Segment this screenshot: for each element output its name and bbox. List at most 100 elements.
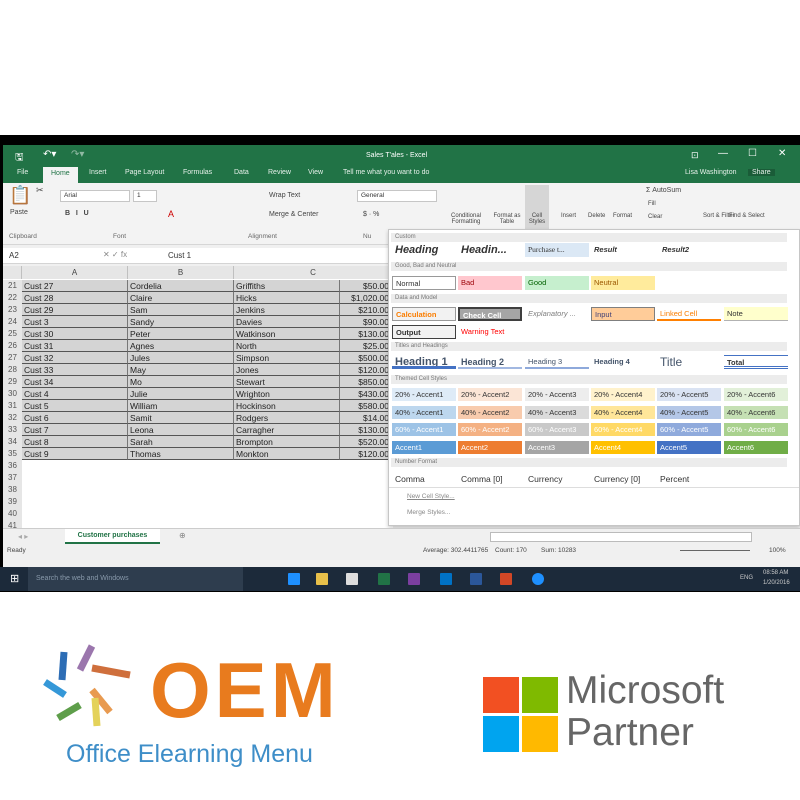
- cell-style-number-1[interactable]: Comma [0]: [458, 472, 522, 486]
- cell-style-custom-0[interactable]: Heading: [392, 243, 456, 257]
- cell-b[interactable]: Agnes: [128, 340, 234, 352]
- row-header[interactable]: 22: [3, 292, 22, 304]
- insert-cells-button[interactable]: Insert: [561, 213, 576, 219]
- user-name[interactable]: Lisa Washington: [685, 169, 737, 176]
- tab-data[interactable]: Data: [234, 169, 249, 176]
- tab-view[interactable]: View: [308, 169, 323, 176]
- cell-d[interactable]: $210.00: [340, 304, 393, 316]
- cell-d[interactable]: $130.00: [340, 328, 393, 340]
- cell-style-good_bad-2[interactable]: Good: [525, 276, 589, 290]
- undo-icon[interactable]: ↶▾: [43, 149, 56, 160]
- row-header[interactable]: 35: [3, 448, 22, 460]
- powerpoint-icon[interactable]: [500, 573, 512, 585]
- outlook-icon[interactable]: [440, 573, 452, 585]
- row-header[interactable]: 39: [3, 496, 22, 508]
- clear-button[interactable]: Clear: [648, 214, 662, 220]
- cell-d[interactable]: $90.00: [340, 316, 393, 328]
- cell-a[interactable]: Cust 3: [22, 316, 128, 328]
- ribbon-display-icon[interactable]: ⊡: [691, 150, 699, 161]
- wrap-text-button[interactable]: Wrap Text: [269, 192, 300, 199]
- number-format-select[interactable]: General: [357, 190, 437, 202]
- cell-style-data_model_1-0[interactable]: Calculation: [392, 307, 456, 321]
- cell-style-accent40-3[interactable]: 40% - Accent4: [591, 406, 655, 419]
- cell-c[interactable]: Davies: [234, 316, 340, 328]
- cell-c[interactable]: Watkinson: [234, 328, 340, 340]
- cell-a[interactable]: Cust 32: [22, 352, 128, 364]
- cell-c[interactable]: Hockinson: [234, 400, 340, 412]
- formula-input[interactable]: Cust 1: [168, 251, 191, 260]
- cell-style-accent20-1[interactable]: 20% - Accent2: [458, 388, 522, 401]
- font-color-icon[interactable]: A: [168, 209, 174, 219]
- zoom-level[interactable]: 100%: [769, 547, 786, 554]
- row-header[interactable]: 24: [3, 316, 22, 328]
- cell-style-titles-4[interactable]: Title: [657, 355, 721, 369]
- cell-c[interactable]: Jenkins: [234, 304, 340, 316]
- windows-start-icon[interactable]: ⊞: [10, 572, 19, 585]
- cell-style-accent60-5[interactable]: 60% - Accent6: [724, 423, 788, 436]
- cell-style-number-0[interactable]: Comma: [392, 472, 456, 486]
- font-size-select[interactable]: 1: [133, 190, 157, 202]
- row-header[interactable]: 36: [3, 460, 22, 472]
- worksheet-grid[interactable]: A B C 21 Cust 27 Cordelia Griffiths $50.00 22…: [3, 266, 393, 532]
- cell-a[interactable]: Cust 30: [22, 328, 128, 340]
- new-sheet-button[interactable]: ⊕: [179, 531, 186, 540]
- tab-insert[interactable]: Insert: [89, 169, 107, 176]
- maximize-button[interactable]: ☐: [748, 148, 757, 159]
- row-header[interactable]: 40: [3, 508, 22, 520]
- cell-d[interactable]: $850.00: [340, 376, 393, 388]
- cell-style-accent20-2[interactable]: 20% - Accent3: [525, 388, 589, 401]
- cell-d[interactable]: $580.00: [340, 400, 393, 412]
- row-header[interactable]: 26: [3, 340, 22, 352]
- cell-style-custom-4[interactable]: Result2: [659, 243, 723, 257]
- cell-b[interactable]: Julie: [128, 388, 234, 400]
- cell-a[interactable]: Cust 6: [22, 412, 128, 424]
- cell-style-number-4[interactable]: Percent: [657, 472, 721, 486]
- cell-style-accent40-0[interactable]: 40% - Accent1: [392, 406, 456, 419]
- cell-style-accent60-4[interactable]: 60% - Accent5: [657, 423, 721, 436]
- cell-c[interactable]: Carragher: [234, 424, 340, 436]
- tab-home[interactable]: Home: [43, 167, 78, 183]
- cell-style-accent-5[interactable]: Accent6: [724, 441, 788, 454]
- format-cells-button[interactable]: Format: [613, 213, 632, 219]
- cell-b[interactable]: Jules: [128, 352, 234, 364]
- clock-time[interactable]: 08:58 AM: [763, 570, 788, 576]
- cell-b[interactable]: Sarah: [128, 436, 234, 448]
- fill-button[interactable]: Fill: [648, 201, 656, 207]
- cell-d[interactable]: $1,020.00: [340, 292, 393, 304]
- delete-cells-button[interactable]: Delete: [588, 213, 605, 219]
- cell-style-titles-5[interactable]: Total: [724, 355, 788, 369]
- column-header-a[interactable]: A: [22, 266, 128, 279]
- new-cell-style-menu-item[interactable]: New Cell Style...: [407, 493, 455, 500]
- cell-d[interactable]: $14.00: [340, 412, 393, 424]
- cell-a[interactable]: Cust 9: [22, 448, 128, 460]
- cell-c[interactable]: Griffiths: [234, 280, 340, 292]
- cell-d[interactable]: $500.00: [340, 352, 393, 364]
- cell-style-accent60-2[interactable]: 60% - Accent3: [525, 423, 589, 436]
- cell-b[interactable]: Peter: [128, 328, 234, 340]
- row-header[interactable]: 34: [3, 436, 22, 448]
- cut-icon[interactable]: ✂: [36, 185, 44, 196]
- tab-file[interactable]: File: [17, 169, 28, 176]
- cell-style-accent60-0[interactable]: 60% - Accent1: [392, 423, 456, 436]
- tab-page-layout[interactable]: Page Layout: [125, 169, 164, 176]
- tell-me-input[interactable]: Tell me what you want to do: [343, 169, 429, 176]
- minimize-button[interactable]: —: [718, 148, 728, 159]
- cell-c[interactable]: North: [234, 340, 340, 352]
- name-box[interactable]: A2: [9, 251, 19, 260]
- row-header[interactable]: 21: [3, 280, 22, 292]
- cell-style-accent20-5[interactable]: 20% - Accent6: [724, 388, 788, 401]
- cell-a[interactable]: Cust 28: [22, 292, 128, 304]
- cell-style-accent-3[interactable]: Accent4: [591, 441, 655, 454]
- cell-d[interactable]: $520.00: [340, 436, 393, 448]
- cell-style-accent60-1[interactable]: 60% - Accent2: [458, 423, 522, 436]
- cell-style-data_model_1-4[interactable]: Linked Cell: [657, 307, 721, 321]
- row-header[interactable]: 30: [3, 388, 22, 400]
- cell-style-number-3[interactable]: Currency [0]: [591, 472, 655, 486]
- clock-date[interactable]: 1/20/2016: [763, 580, 790, 586]
- cell-style-accent60-3[interactable]: 60% - Accent4: [591, 423, 655, 436]
- sheet-tab-customer-purchases[interactable]: Customer purchases: [65, 529, 160, 544]
- cell-b[interactable]: Sam: [128, 304, 234, 316]
- format-as-table-button[interactable]: Format as Table: [490, 213, 524, 225]
- cell-c[interactable]: Rodgers: [234, 412, 340, 424]
- cell-c[interactable]: Monkton: [234, 448, 340, 460]
